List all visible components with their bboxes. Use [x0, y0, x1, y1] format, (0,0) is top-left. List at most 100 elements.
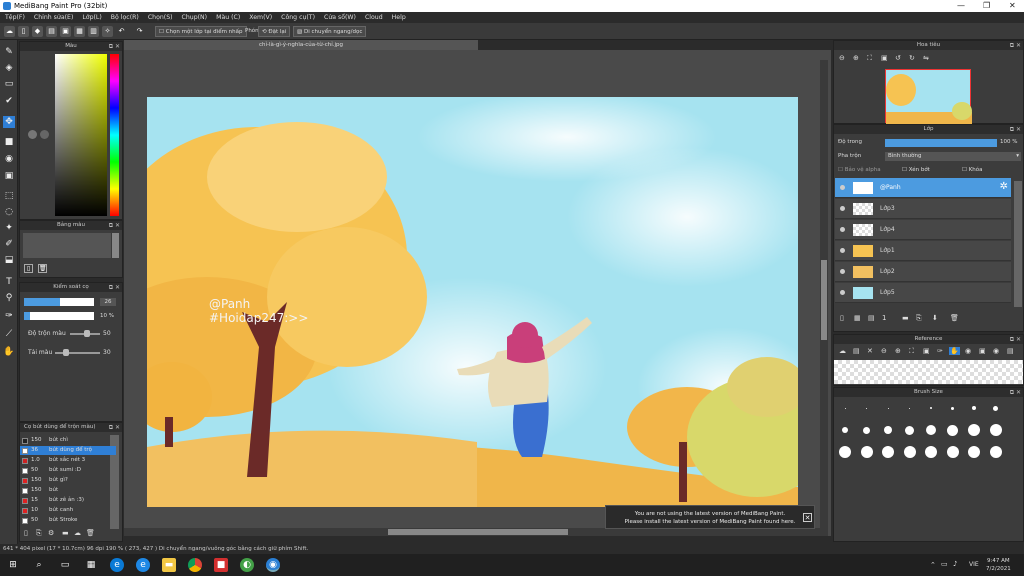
menu-file[interactable]: Tệp(F) — [5, 14, 25, 21]
brush-size-grid[interactable] — [834, 398, 1023, 498]
brush-size-preset[interactable] — [844, 407, 846, 409]
rotate-right-icon[interactable]: ↻ — [909, 54, 915, 62]
magic-wand-icon[interactable]: ✦ — [3, 222, 15, 234]
zoom-in-icon[interactable]: ⊕ — [853, 54, 859, 62]
menu-layer[interactable]: Lớp(L) — [82, 14, 101, 21]
blur-slider[interactable] — [70, 330, 100, 337]
language-indicator[interactable]: VIE — [969, 561, 979, 568]
operation-tool-icon[interactable]: ⚲ — [3, 292, 15, 304]
blend-mode-select[interactable]: Bình thường ▾ — [885, 152, 1021, 161]
brush-size-preset[interactable] — [968, 446, 980, 458]
brush-size-preset[interactable] — [972, 406, 976, 410]
brush-size-preset[interactable] — [887, 407, 889, 409]
select-pen-icon[interactable]: ✐ — [3, 238, 15, 250]
brush-size-preset[interactable] — [946, 446, 959, 458]
layer-row[interactable]: @Panh ✲ — [835, 178, 1011, 198]
panel-close-icon[interactable]: ⧉ ✕ — [109, 42, 120, 51]
move-tool-icon[interactable]: ✥ — [3, 116, 15, 128]
brush-size-preset[interactable] — [909, 407, 910, 409]
visibility-icon[interactable] — [840, 248, 845, 253]
menu-snap[interactable]: Chụp(N) — [182, 14, 208, 21]
list-item[interactable]: 36 bút dùng để trộ — [20, 446, 116, 455]
visibility-icon[interactable] — [840, 290, 845, 295]
brush-size-preset[interactable] — [866, 407, 867, 409]
panel-close-icon[interactable]: ⧉ ✕ — [109, 283, 120, 292]
menu-help[interactable]: Help — [392, 14, 406, 21]
fill-rect-tool-icon[interactable]: ■ — [3, 136, 15, 148]
visibility-icon[interactable] — [840, 185, 845, 190]
navigator-preview[interactable] — [885, 69, 972, 124]
lasso-tool-icon[interactable]: ◌ — [3, 206, 15, 218]
document-tab[interactable]: chỉ-là-gì-ý-nghĩa-của-từ-chỉ.jpg — [124, 40, 478, 50]
brush-size-preset[interactable] — [951, 406, 954, 410]
eraser-tool-icon[interactable]: ◈ — [3, 62, 15, 74]
grid-icon[interactable]: ▦ — [74, 26, 85, 37]
layer-opacity-slider[interactable] — [885, 139, 997, 147]
horizontal-scrollbar[interactable] — [124, 528, 820, 536]
chrome-icon[interactable] — [188, 558, 202, 572]
menu-tools[interactable]: Công cụ(T) — [281, 14, 315, 21]
layer-row[interactable]: Lớp2 — [835, 262, 1011, 282]
settings-icon[interactable]: ✧ — [102, 26, 113, 37]
panel-close-icon[interactable]: ⧉ ✕ — [1010, 335, 1021, 344]
brush-size-preset[interactable] — [925, 446, 937, 458]
gradient-tool-icon[interactable]: ▣ — [3, 170, 15, 182]
visibility-icon[interactable] — [840, 227, 845, 232]
app-green-icon[interactable]: ◐ — [240, 558, 254, 572]
brush-size-preset[interactable] — [968, 424, 980, 436]
brush-size-value[interactable]: 26 — [100, 298, 116, 306]
select-eraser-icon[interactable]: ⬓ — [3, 254, 15, 266]
brush-size-preset[interactable] — [947, 424, 958, 436]
reference-fit-icon[interactable]: ⛶ — [909, 347, 914, 356]
undo-icon[interactable]: ↶ — [116, 26, 127, 37]
brush-size-preset[interactable] — [860, 446, 873, 458]
layer-scrollbar[interactable] — [1014, 181, 1022, 307]
select-layer-on-click-toggle[interactable]: ☐ Chọn một lớp tại điểm nhấp — [155, 26, 247, 37]
save-icon[interactable]: ▣ — [60, 26, 71, 37]
duplicate-layer-icon[interactable]: ⎘ — [916, 314, 922, 323]
reference-reset-icon[interactable]: ◉ — [993, 347, 999, 355]
delete-layer-icon[interactable]: 🗑 — [950, 314, 959, 322]
add-palette-icon[interactable]: ▯ — [24, 264, 33, 273]
windows-start-icon[interactable]: ⊞ — [6, 558, 20, 572]
saturation-value-picker[interactable] — [55, 54, 107, 216]
reference-zoom-out-icon[interactable]: ⊖ — [881, 347, 887, 355]
check-tool-icon[interactable]: ✔ — [3, 95, 15, 107]
list-item[interactable]: 15 bút zê ản :3) — [20, 496, 116, 505]
layer-row[interactable]: Lớp4 — [835, 220, 1011, 240]
reset-button[interactable]: ⟲ Đặt lại — [258, 26, 291, 37]
color-wheel-icon[interactable] — [28, 130, 37, 139]
reference-dropper-icon[interactable]: ✑ — [937, 347, 943, 355]
reference-open-icon[interactable]: ▤ — [853, 347, 860, 355]
windows-app-icon[interactable]: ▦ — [84, 558, 98, 572]
clipping-checkbox[interactable]: ☐ Xén bớt — [902, 167, 930, 173]
layer-settings-icon[interactable]: ✲ — [1000, 181, 1008, 192]
notice-close-icon[interactable]: ✕ — [803, 513, 812, 522]
brush-size-preset[interactable] — [882, 446, 894, 458]
maximize-icon[interactable]: ❐ — [983, 1, 990, 10]
ie-icon[interactable]: e — [136, 558, 150, 572]
zoom-out-icon[interactable]: ⊖ — [839, 54, 845, 62]
actual-size-icon[interactable]: ▣ — [881, 54, 888, 62]
tray-chevron-icon[interactable]: ⌃ — [930, 561, 936, 569]
layer-row[interactable]: Lớp5 — [835, 283, 1011, 303]
open-icon[interactable]: ▤ — [46, 26, 57, 37]
select-tool-icon[interactable]: ⬚ — [3, 190, 15, 202]
panel-close-icon[interactable]: ⧉ ✕ — [109, 423, 120, 432]
close-icon[interactable]: ✕ — [1009, 1, 1016, 10]
brush-size-preset[interactable] — [926, 425, 936, 435]
reference-actual-icon[interactable]: ▣ — [923, 347, 930, 355]
brush-size-preset[interactable] — [930, 407, 932, 409]
lock-checkbox[interactable]: ☐ Khóa — [962, 167, 983, 173]
brush-size-preset[interactable] — [842, 427, 848, 433]
clock[interactable]: 9:47 AM 7/2/2021 — [986, 557, 1011, 573]
protect-alpha-checkbox[interactable]: ☐ Bảo vệ alpha — [838, 167, 881, 173]
list-item[interactable]: 150 bút gì? — [20, 476, 116, 485]
add-8bit-layer-icon[interactable]: ▤ — [868, 314, 875, 322]
list-item[interactable]: 150 bút chì — [20, 436, 116, 445]
brush-size-preset[interactable] — [884, 426, 892, 434]
reference-flip-icon[interactable]: ▣ — [979, 347, 986, 355]
minimize-icon[interactable]: — — [957, 1, 965, 10]
layer-row[interactable]: Lớp1 — [835, 241, 1011, 261]
menu-color[interactable]: Màu (C) — [216, 14, 240, 21]
